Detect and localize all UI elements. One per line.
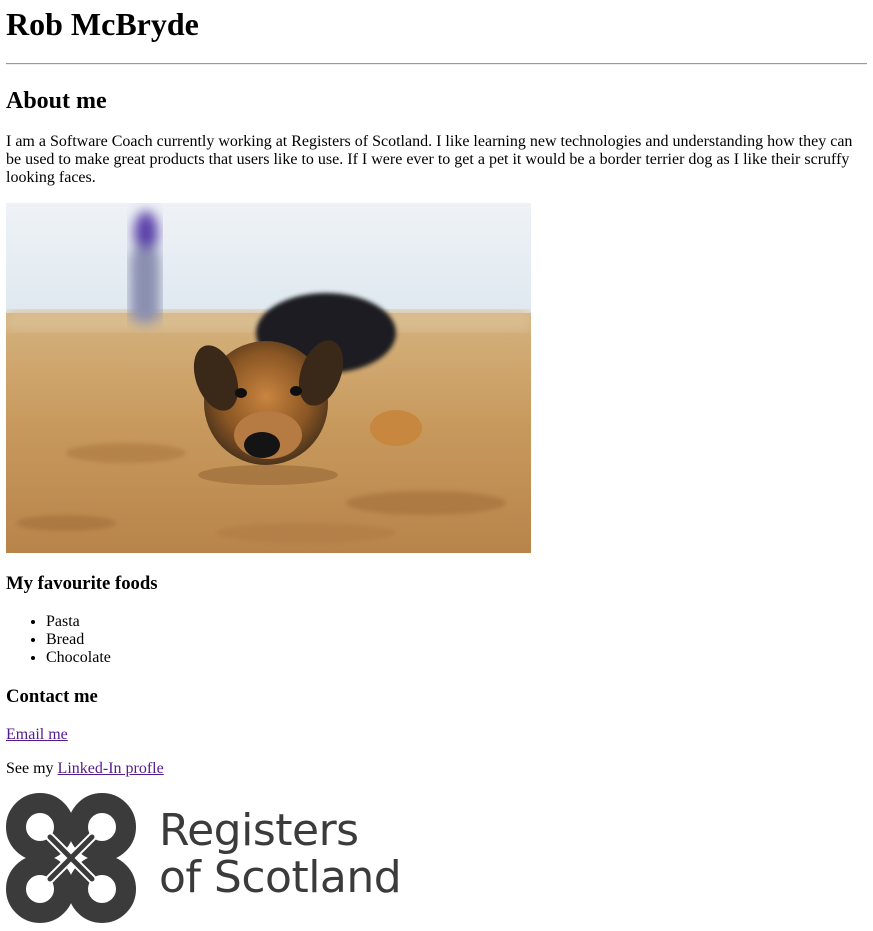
foods-list: Pasta Bread Chocolate (6, 613, 111, 667)
logo-text: Registers of Scotland (159, 805, 402, 903)
celtic-knot-icon (6, 793, 136, 923)
linkedin-prefix: See my (6, 760, 58, 777)
border-terrier-photo (6, 203, 531, 553)
divider (6, 63, 867, 65)
logo-line-1: Registers (159, 805, 359, 856)
linkedin-paragraph: See my Linked-In profle (6, 760, 164, 778)
contact-heading: Contact me (6, 686, 98, 707)
linkedin-link[interactable]: Linked-In profle (58, 760, 164, 777)
list-item: Bread (46, 631, 111, 649)
list-item: Pasta (46, 613, 111, 631)
foods-heading: My favourite foods (6, 573, 158, 594)
page-title: Rob McBryde (6, 6, 199, 42)
email-paragraph: Email me (6, 726, 68, 744)
email-link[interactable]: Email me (6, 726, 68, 743)
about-text: I am a Software Coach currently working … (6, 133, 853, 186)
logo-line-2: of Scotland (159, 852, 402, 903)
registers-of-scotland-logo: Registers of Scotland (6, 793, 406, 925)
about-heading: About me (6, 88, 107, 114)
page: Rob McBryde About me I am a Software Coa… (0, 0, 873, 931)
list-item: Chocolate (46, 649, 111, 667)
